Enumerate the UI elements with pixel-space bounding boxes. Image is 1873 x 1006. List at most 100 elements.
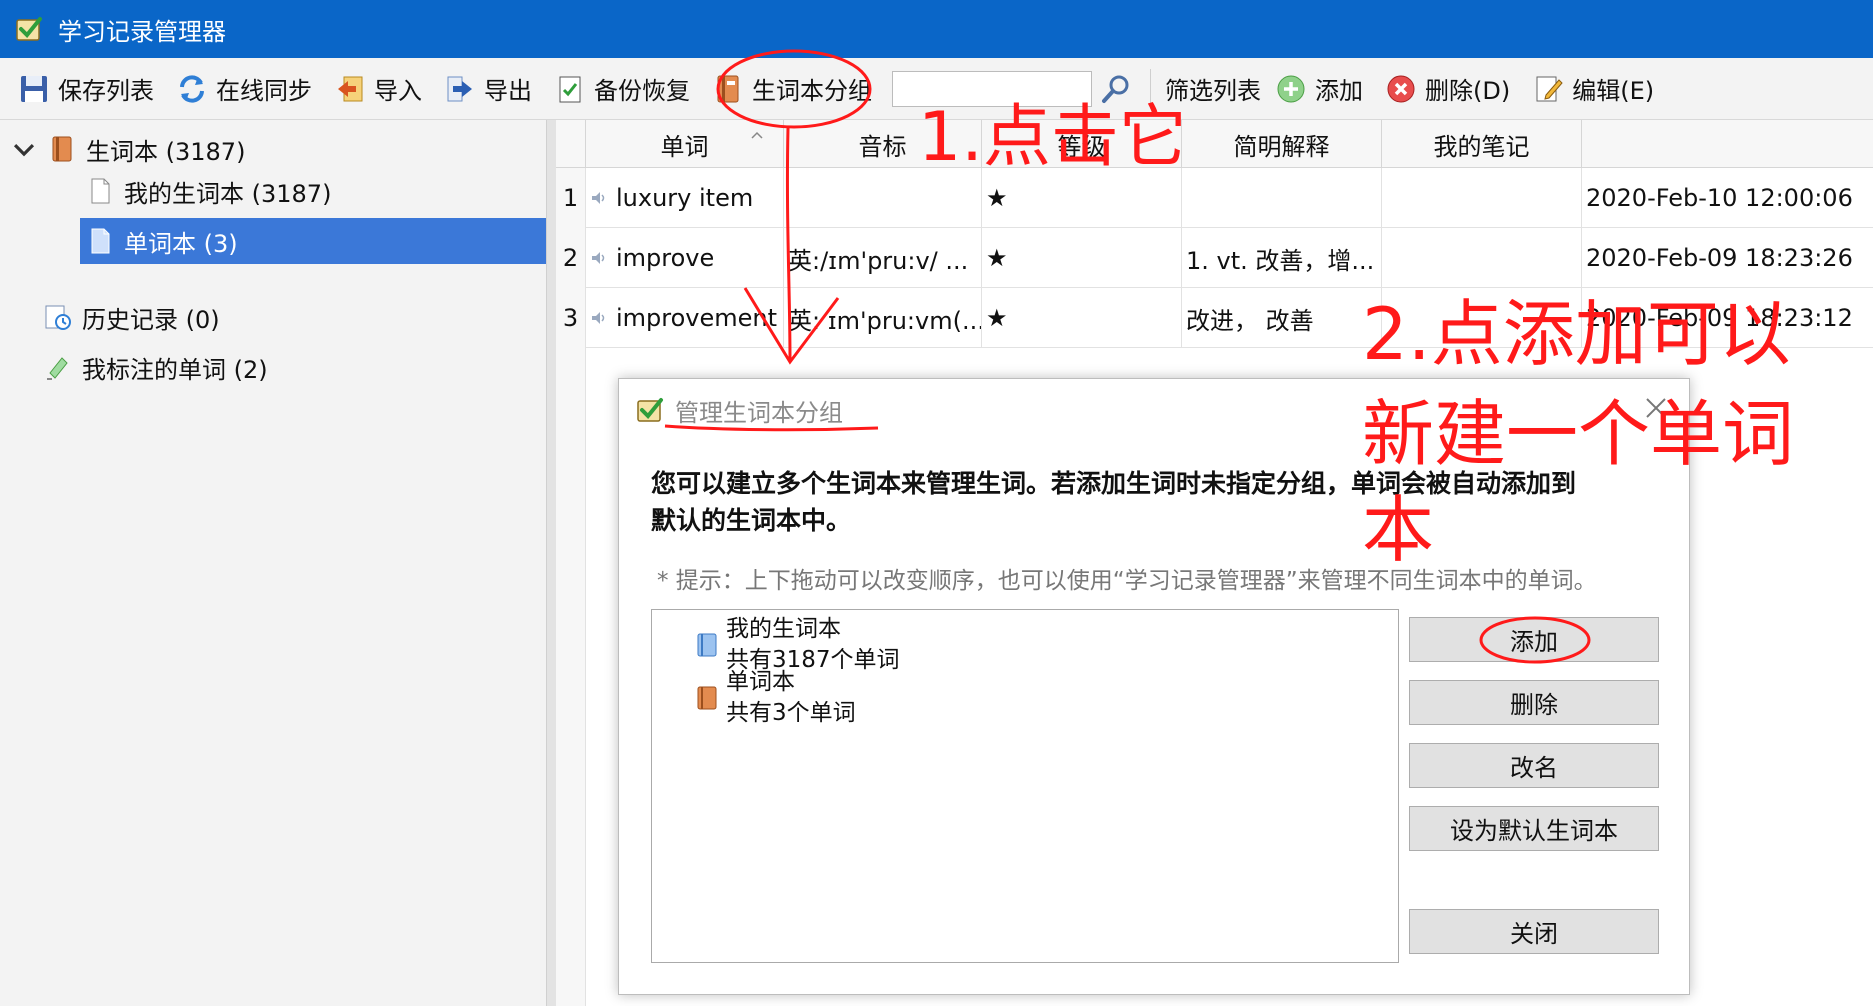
notebook-icon xyxy=(717,75,739,102)
column-header-definition[interactable]: 简明解释 xyxy=(1182,120,1382,168)
column-header-word[interactable]: 单词 xyxy=(586,120,784,168)
add-button[interactable]: 添加 xyxy=(1267,67,1371,111)
speaker-icon[interactable] xyxy=(590,249,608,267)
row-number: 3 xyxy=(556,288,586,348)
document-icon xyxy=(91,178,110,204)
tree-item-history[interactable]: 历史记录 (0) xyxy=(44,294,220,340)
column-header-label: 我的笔记 xyxy=(1433,132,1530,161)
notebook-orange-icon xyxy=(697,686,717,710)
save-list-button[interactable]: 保存列表 xyxy=(10,67,162,111)
speaker-icon[interactable] xyxy=(590,189,608,207)
tree-item-word-notebook[interactable]: 单词本 (3) xyxy=(80,218,546,264)
tree-item-notebooks[interactable]: 生词本 (3187) xyxy=(10,126,245,172)
history-icon xyxy=(45,305,71,330)
word-cell: improvement xyxy=(586,288,784,348)
time-cell: 2020-Feb-09 18:23:26 xyxy=(1586,244,1853,272)
notebook-count: 共有3个单词 xyxy=(726,700,856,726)
list-item[interactable]: 单词本 共有3个单词 xyxy=(696,667,856,729)
tree-item-my-notebook[interactable]: 我的生词本 (3187) xyxy=(86,168,331,214)
backup-icon xyxy=(559,76,581,102)
header-corner xyxy=(556,120,586,168)
tree-item-label: 我标注的单词 (2) xyxy=(82,355,268,384)
delete-button[interactable]: 删除(D) xyxy=(1377,67,1518,111)
definition-cell: 1. vt. 改善，增... xyxy=(1182,228,1382,288)
row-number: 1 xyxy=(556,168,586,228)
tree-item-marked-words[interactable]: 我标注的单词 (2) xyxy=(44,344,268,390)
notes-cell xyxy=(1382,228,1582,288)
rename-notebook-button[interactable]: 改名 xyxy=(1409,743,1659,788)
column-header-time[interactable] xyxy=(1582,120,1873,168)
annotation-step-2-line-3: 本 xyxy=(1362,488,1435,572)
dialog-hint: * 提示：上下拖动可以改变顺序，也可以使用“学习记录管理器”来管理不同生词本中的… xyxy=(657,568,1597,594)
word-text: improve xyxy=(616,244,715,272)
backup-restore-label: 备份恢复 xyxy=(594,77,690,105)
description-line: 默认的生词本中。 xyxy=(651,506,852,535)
backup-restore-button[interactable]: 备份恢复 xyxy=(546,67,698,111)
level-cell: ★ xyxy=(982,168,1182,228)
word-cell: luxury item xyxy=(586,168,784,228)
app-logo-icon xyxy=(637,398,663,422)
sync-icon xyxy=(180,74,204,103)
close-dialog-button[interactable]: 关闭 xyxy=(1409,909,1659,954)
definition-cell: 改进， 改善 xyxy=(1182,288,1382,348)
notebook-blue-icon xyxy=(697,633,717,657)
annotation-step-2-line-1: 2.点添加可以 xyxy=(1362,292,1791,376)
chevron-down-icon[interactable] xyxy=(10,135,38,163)
app-logo-icon xyxy=(16,17,42,41)
phonetic-cell xyxy=(784,168,982,228)
word-text: improvement xyxy=(616,304,778,332)
notebook-name: 单词本 xyxy=(726,669,795,695)
row-gutter xyxy=(556,348,586,1006)
tree-item-label: 我的生词本 (3187) xyxy=(124,179,332,208)
import-label: 导入 xyxy=(374,77,422,105)
plus-icon xyxy=(1277,75,1305,102)
online-sync-button[interactable]: 在线同步 xyxy=(168,67,320,111)
word-cell: improve xyxy=(586,228,784,288)
pane-splitter[interactable] xyxy=(546,120,556,1006)
import-button[interactable]: 导入 xyxy=(326,67,430,111)
sort-ascending-icon xyxy=(751,131,763,139)
notebook-groups-label: 生词本分组 xyxy=(752,77,872,105)
notebook-icon xyxy=(52,136,72,162)
definition-cell xyxy=(1182,168,1382,228)
table-row[interactable]: 1 luxury item ★ 2020-Feb-10 12:00:06 xyxy=(556,168,1873,228)
dialog-title: 管理生词本分组 xyxy=(675,398,843,427)
notebook-name: 我的生词本 xyxy=(726,616,841,642)
annotation-step-2-line-2: 新建一个单词 xyxy=(1362,392,1795,476)
document-icon xyxy=(91,228,110,254)
level-cell: ★ xyxy=(982,228,1182,288)
edit-button[interactable]: 编辑(E) xyxy=(1524,67,1662,111)
window-title: 学习记录管理器 xyxy=(58,17,226,46)
delete-icon xyxy=(1387,75,1415,102)
delete-notebook-button[interactable]: 删除 xyxy=(1409,680,1659,725)
dialog-title-bar: 管理生词本分组 xyxy=(635,389,843,431)
column-header-label: 音标 xyxy=(858,132,907,161)
notebook-list[interactable]: 我的生词本 共有3187个单词 单词本 共有3个单词 xyxy=(651,609,1399,963)
word-text: luxury item xyxy=(616,184,754,212)
tree-item-label: 单词本 (3) xyxy=(124,229,238,258)
add-notebook-button[interactable]: 添加 xyxy=(1409,617,1659,662)
edit-label: 编辑(E) xyxy=(1572,77,1655,105)
delete-label: 删除(D) xyxy=(1425,77,1511,105)
time-cell: 2020-Feb-10 12:00:06 xyxy=(1586,184,1853,212)
column-header-label: 单词 xyxy=(660,132,709,161)
column-header-notes[interactable]: 我的笔记 xyxy=(1382,120,1582,168)
set-default-notebook-button[interactable]: 设为默认生词本 xyxy=(1409,806,1659,851)
phonetic-cell: 英: ɪm'pru:vm(... xyxy=(784,288,982,348)
online-sync-label: 在线同步 xyxy=(216,77,312,105)
speaker-icon[interactable] xyxy=(590,309,608,327)
export-button[interactable]: 导出 xyxy=(436,67,540,111)
annotation-step-1: 1.点击它 xyxy=(918,98,1187,177)
notebook-groups-button[interactable]: 生词本分组 xyxy=(704,67,880,111)
level-cell: ★ xyxy=(982,288,1182,348)
save-list-label: 保存列表 xyxy=(58,77,154,105)
highlighter-icon xyxy=(47,357,68,380)
table-row[interactable]: 2 improve 英:/ɪm'pru:v/ ... ★ 1. vt. 改善，增… xyxy=(556,228,1873,288)
export-icon xyxy=(447,76,472,101)
row-number: 2 xyxy=(556,228,586,288)
tree-item-label: 历史记录 (0) xyxy=(82,305,220,334)
add-label: 添加 xyxy=(1315,77,1363,105)
import-icon xyxy=(338,76,363,101)
save-icon xyxy=(21,75,47,102)
edit-icon xyxy=(1536,76,1563,101)
